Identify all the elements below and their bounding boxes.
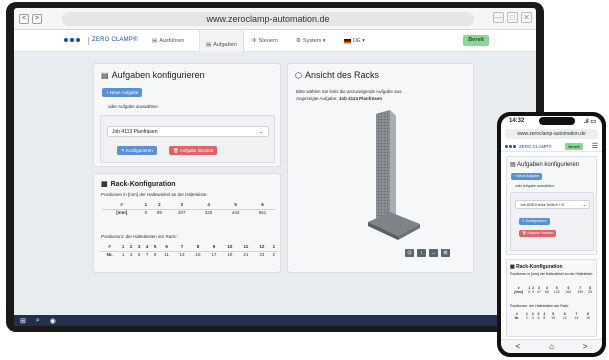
gear-icon: ⚙ [296, 38, 301, 44]
nav-ausfuehren[interactable]: ▤ Ausführen [152, 38, 184, 44]
window-controls: — □ ✕ [493, 12, 532, 23]
flag-de-icon [344, 38, 351, 44]
phone-brand[interactable]: ZERO CLAMP® [519, 144, 552, 149]
phone-status-bar: 14:32 .ıl ▭ [501, 116, 602, 128]
phone-screen: 14:32 .ıl ▭ www.zeroclamp-automation.de … [501, 116, 602, 353]
maximize-button[interactable]: □ [507, 12, 518, 23]
phone-frame: 14:32 .ıl ▭ www.zeroclamp-automation.de … [497, 112, 606, 357]
logo-dots-icon [64, 38, 80, 42]
rack-config-title: ▦ Rack-Konfiguration [101, 180, 176, 189]
phone-rack-config-title: ▦ Rack-Konfiguration [510, 264, 563, 270]
phone-rack-config-panel: ▦ Rack-Konfiguration Positionen in [mm] … [506, 259, 597, 337]
address-bar[interactable]: www.zeroclamp-automation.de [62, 12, 474, 26]
brand-logo[interactable]: ZERO CLAMP® [88, 37, 138, 45]
task-select-box: Job 4113 Planfräsen ⌄ ✎ Konfigurieren 🗑 … [100, 115, 275, 163]
forward-button[interactable]: > [32, 13, 42, 24]
vertical-view-button[interactable]: ↕ [417, 249, 426, 257]
phone-home-button[interactable]: ⌂ [549, 342, 554, 351]
configure-button[interactable]: ✎ Konfigurieren [117, 146, 157, 155]
signal-icon: .ıl ▭ [583, 119, 596, 125]
rack-view-panel: ⬡ Ansicht des Racks Bitte wählen Sie lin… [287, 63, 474, 273]
positions-table: #1 2 3 4 5 6 [mm] 0 89 207 325 443 561 [102, 202, 276, 215]
move-icon: ✣ [252, 38, 257, 44]
laptop-frame: < > www.zeroclamp-automation.de — □ ✕ ZE… [6, 2, 544, 332]
phone-address-bar[interactable]: www.zeroclamp-automation.de [505, 129, 598, 139]
grid-icon: ▦ [101, 181, 108, 188]
bar-positions-label: Positionsnr. der Halteleisten am Rack: [101, 234, 178, 239]
phone-time: 14:32 [509, 118, 525, 124]
new-task-button[interactable]: + Neue Aufgabe [102, 88, 143, 97]
phone-back-button[interactable]: < [515, 342, 520, 351]
phone-status-badge: Bereit [565, 143, 583, 150]
task-select[interactable]: Job 4113 Planfräsen ⌄ [107, 126, 269, 137]
document-icon: ▤ [510, 162, 516, 168]
bar-positions-table: #1 2 3 4 5 6 7 8 9 10 11 12 1 Nr. 1 3 5 7 9 11 13 15 17 19 21 23… [100, 244, 278, 257]
nav-language[interactable]: DE ▾ [344, 38, 365, 44]
browser-chrome: < > www.zeroclamp-automation.de — □ ✕ [14, 8, 536, 30]
phone-positions-label: Positionen in [mm] der Haltewinkel an de… [510, 272, 593, 276]
phone-task-select[interactable]: Job 4035 Kontur Seite A + B ⌄ [515, 200, 590, 209]
grid-icon: ▦ [510, 264, 515, 270]
phone-positions-table: #1 2 3 4 5 6 7 8 [mm] 0 9 47 85 123 161 199 23 [514, 286, 592, 294]
rack-view-hint: Bitte wählen Sie links die anzuzeigende … [296, 89, 403, 94]
fit-view-button[interactable]: ⊞ [441, 249, 450, 257]
phone-delete-task-button[interactable]: 🗑 Aufgabe löschen [519, 230, 557, 237]
chevron-down-icon: ⌄ [582, 202, 586, 207]
delete-task-button[interactable]: 🗑 Aufgabe löschen [169, 146, 218, 155]
laptop-screen: < > www.zeroclamp-automation.de — □ ✕ ZE… [14, 8, 536, 326]
phone-configure-button[interactable]: ✎ Konfigurieren [519, 218, 550, 225]
phone-notch [539, 117, 575, 125]
phone-bar-positions-table: #1 2 3 4 5 6 7 8 Nr. 2 4 6 8 10 12 14 16 [514, 312, 591, 320]
minimize-button[interactable]: — [493, 12, 504, 23]
document-icon: ▤ [206, 42, 212, 48]
phone-bar-positions-label: Positionsnr. der Halteleisten am Rack: [510, 304, 570, 308]
rack-config-panel: ▦ Rack-Konfiguration Positionen in [mm] … [93, 173, 281, 273]
status-badge: Bereit [463, 35, 489, 46]
phone-new-task-button[interactable]: + Neue Aufgabe [511, 173, 543, 180]
product-showcase: < > www.zeroclamp-automation.de — □ ✕ ZE… [0, 0, 609, 360]
document-icon: ▤ [152, 38, 158, 44]
nav-aufgaben[interactable]: ▤ Aufgaben [199, 30, 244, 52]
phone-tasks-title: ▤ Aufgaben konfigurieren [510, 162, 580, 168]
tasks-title: ▤ Aufgaben konfigurieren [101, 70, 205, 80]
horizontal-view-button[interactable]: ↔ [429, 249, 438, 257]
back-button[interactable]: < [19, 13, 29, 24]
tasks-panel: ▤ Aufgaben konfigurieren + Neue Aufgabe … [93, 63, 281, 167]
menu-icon[interactable]: ☰ [592, 142, 598, 150]
chevron-down-icon: ⌄ [258, 129, 263, 135]
shown-task-line: Angezeigte Aufgabe: Job 4113 Planfräsen [296, 96, 383, 101]
phone-forward-button[interactable]: > [583, 342, 588, 351]
rack-view-title: ⬡ Ansicht des Racks [295, 70, 380, 80]
reset-view-button[interactable]: ⊡ [405, 249, 414, 257]
rack-3d-model[interactable] [338, 106, 438, 246]
cube-icon: ⬡ [295, 70, 302, 80]
nav-system[interactable]: ⚙ System ▾ [296, 38, 326, 44]
app-navbar: ZERO CLAMP® ▤ Ausführen ▤ Aufgaben ✣ Steuer… [14, 30, 536, 52]
phone-app-navbar: ZERO CLAMP® Bereit ☰ [501, 142, 602, 152]
search-icon[interactable]: ⌕ [36, 317, 40, 325]
phone-select-label: oder Aufgabe auswählen: [515, 184, 555, 188]
browser-icon[interactable]: ◉ [50, 317, 56, 325]
os-taskbar: ⊞ ⌕ ◉ [14, 315, 536, 326]
close-button[interactable]: ✕ [521, 12, 532, 23]
phone-tasks-panel: ▤ Aufgaben konfigurieren + Neue Aufgabe … [506, 156, 597, 255]
nav-steuern[interactable]: ✣ Steuern [252, 38, 278, 44]
phone-task-select-box: Job 4035 Kontur Seite A + B ⌄ ✎ Konfigur… [510, 192, 594, 251]
positions-label: Positionen in [mm] der Haltewinkel an de… [101, 192, 208, 197]
phone-bottom-nav: < ⌂ > [501, 339, 602, 353]
document-icon: ▤ [101, 70, 109, 80]
select-label: oder Aufgabe auswählen: [108, 104, 159, 109]
start-icon[interactable]: ⊞ [20, 317, 26, 325]
logo-dots-icon [505, 145, 516, 148]
